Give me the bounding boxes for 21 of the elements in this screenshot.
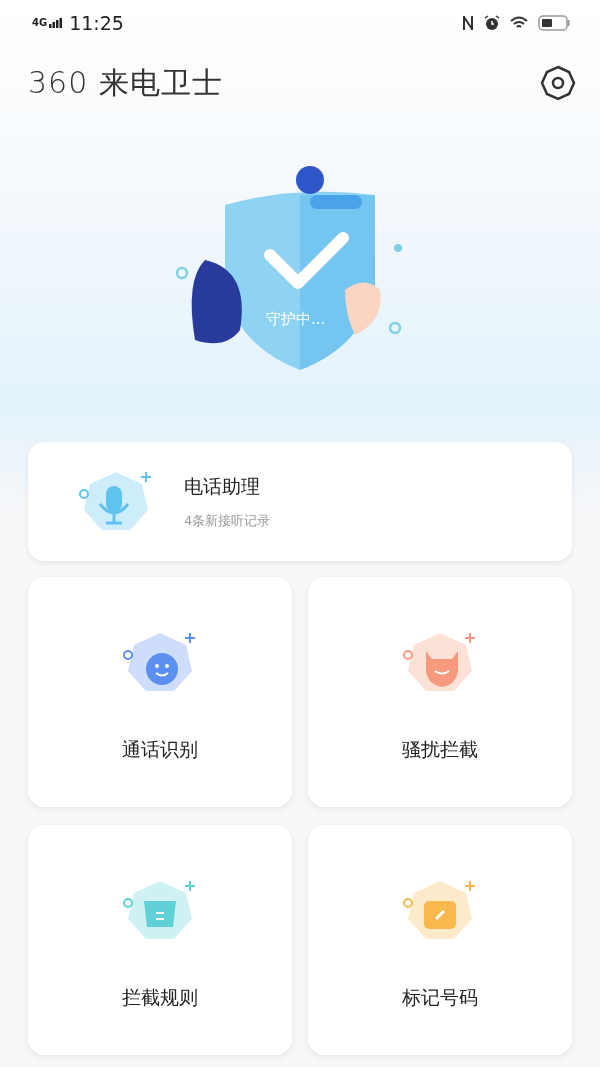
feature-card[interactable]: 通话识别 — [28, 577, 292, 807]
settings-icon[interactable] — [540, 65, 576, 101]
wifi-icon — [510, 16, 528, 30]
feature-label: 通话识别 — [122, 737, 198, 762]
battery-icon — [538, 15, 570, 31]
app-title: 360 来电卫士 — [28, 63, 223, 102]
protection-status: 守护中... — [266, 310, 326, 329]
network-type: 4G — [32, 18, 48, 28]
feature-label: 骚扰拦截 — [402, 737, 478, 762]
signal-icon — [49, 18, 64, 28]
status-time: 11:25 — [69, 12, 124, 34]
feature-card[interactable]: 骚扰拦截 — [308, 577, 572, 807]
card-title: 电话助理 — [184, 473, 261, 499]
feature-label: 标记号码 — [402, 985, 478, 1010]
card-subtitle: 4条新接听记录 — [184, 511, 271, 530]
nfc-icon — [462, 15, 474, 31]
alarm-icon — [484, 15, 500, 31]
feature-label: 拦截规则 — [122, 985, 198, 1010]
phone-assistant-card[interactable]: 电话助理 4条新接听记录 — [28, 442, 572, 561]
feature-card[interactable]: 拦截规则 — [28, 825, 292, 1055]
feature-card[interactable]: 标记号码 — [308, 825, 572, 1055]
